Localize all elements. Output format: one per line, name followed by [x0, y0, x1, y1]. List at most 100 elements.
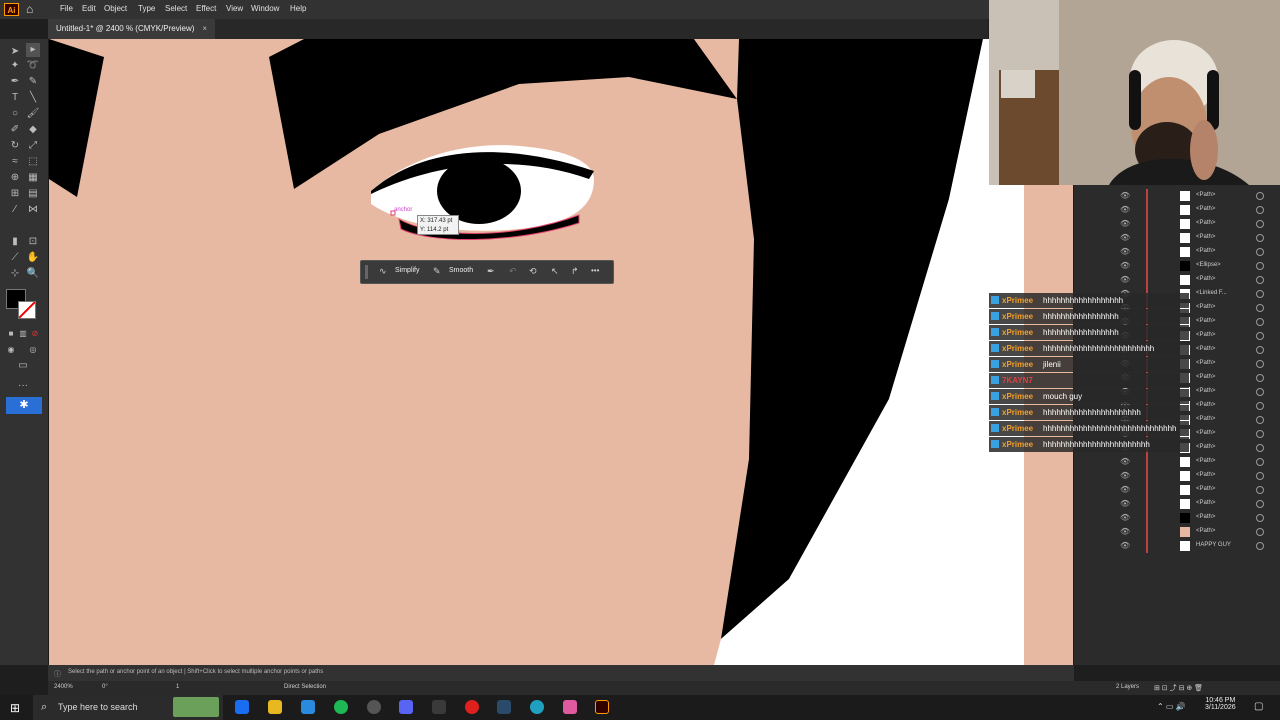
draw-mode-icon[interactable]: ◉	[4, 343, 18, 357]
target-circle-icon[interactable]	[1256, 430, 1264, 438]
corner-icon[interactable]: ↱	[571, 266, 579, 277]
store-icon[interactable]	[432, 700, 446, 714]
target-circle-icon[interactable]	[1256, 472, 1264, 480]
illustration[interactable]	[49, 39, 1073, 665]
menu-effect[interactable]: Effect	[196, 4, 216, 13]
visibility-eye-icon[interactable]: 👁	[1120, 261, 1130, 271]
eyedropper-icon[interactable]: ⁄	[8, 203, 22, 217]
layer-row[interactable]: 👁 <Path>	[1074, 455, 1280, 469]
visibility-eye-icon[interactable]: 👁	[1120, 471, 1130, 481]
shaper-tool-icon[interactable]: ✐	[8, 123, 22, 137]
target-circle-icon[interactable]	[1256, 416, 1264, 424]
selection-tool-icon[interactable]: ➤	[8, 45, 22, 59]
lasso-icon[interactable]: ➰	[26, 59, 40, 73]
type-tool-icon[interactable]: T	[8, 91, 22, 105]
current-tool-label[interactable]: Direct Selection	[284, 684, 326, 690]
layer-row[interactable]: 👁 <Path>	[1074, 231, 1280, 245]
target-circle-icon[interactable]	[1256, 514, 1264, 522]
more-options-icon[interactable]: •••	[591, 266, 599, 275]
layer-row[interactable]: 👁 <Path>	[1074, 273, 1280, 287]
generative-ai-icon[interactable]: ✱	[6, 397, 42, 414]
layer-row[interactable]: 👁 <Ellipse>	[1074, 259, 1280, 273]
obs-icon[interactable]	[367, 700, 381, 714]
target-circle-icon[interactable]	[1256, 528, 1264, 536]
copilot-icon[interactable]	[235, 700, 249, 714]
more-tools-icon[interactable]: ···	[16, 379, 30, 393]
layer-row[interactable]: 👁 <Path>	[1074, 189, 1280, 203]
discord-icon[interactable]	[399, 700, 413, 714]
windows-start-icon[interactable]: ⊞	[10, 701, 20, 715]
steam-icon[interactable]	[497, 700, 511, 714]
home-icon[interactable]: ⌂	[26, 2, 40, 16]
panel-actions-icon[interactable]: ⊞ ⊡ ⤴ ⊟ ⊕ 🗑	[1154, 683, 1203, 693]
none-mode-icon[interactable]: ⊘	[28, 327, 42, 341]
file-explorer-icon[interactable]	[268, 700, 282, 714]
paintbrush-icon[interactable]: 🖌	[26, 107, 40, 121]
spotify-icon[interactable]	[334, 700, 348, 714]
line-tool-icon[interactable]: ╲	[26, 91, 40, 105]
app-icon[interactable]	[563, 700, 577, 714]
document-tab[interactable]: Untitled-1* @ 2400 % (CMYK/Preview) ×	[48, 19, 216, 39]
layer-row[interactable]: 👁 <Path>	[1074, 497, 1280, 511]
mesh-tool-icon[interactable]: ⊞	[8, 187, 22, 201]
target-circle-icon[interactable]	[1256, 220, 1264, 228]
target-circle-icon[interactable]	[1256, 360, 1264, 368]
menu-object[interactable]: Object	[104, 4, 127, 13]
stroke-swatch[interactable]	[18, 301, 36, 319]
notification-icon[interactable]: ▢	[1254, 701, 1263, 712]
smooth-button[interactable]: Smooth	[449, 267, 473, 274]
gradient-tool-icon[interactable]: ▤	[26, 187, 40, 201]
scale-tool-icon[interactable]: ⤢	[26, 139, 40, 153]
screen-mode-icon[interactable]: ▭	[16, 359, 30, 373]
curvature-tool-icon[interactable]: ✎	[26, 75, 40, 89]
menu-edit[interactable]: Edit	[82, 4, 96, 13]
layer-row[interactable]: 👁 HAPPY GUY	[1074, 539, 1280, 553]
target-circle-icon[interactable]	[1256, 276, 1264, 284]
visibility-eye-icon[interactable]: 👁	[1120, 513, 1130, 523]
magic-wand-icon[interactable]: ✦	[8, 59, 22, 73]
perspective-grid-icon[interactable]: ▦	[26, 171, 40, 185]
illustrator-taskbar-icon[interactable]	[595, 700, 609, 714]
target-circle-icon[interactable]	[1256, 304, 1264, 312]
layer-row[interactable]: 👁 <Path>	[1074, 511, 1280, 525]
artboard-tool-icon[interactable]: ⊡	[26, 235, 40, 249]
blend-tool-icon[interactable]: ⋈	[26, 203, 40, 217]
pen-icon[interactable]: ✒	[487, 266, 495, 277]
target-circle-icon[interactable]	[1256, 248, 1264, 256]
clock[interactable]: 10:46 PM 3/11/2026	[1205, 697, 1236, 711]
zoom-select[interactable]: 2400%	[54, 684, 73, 690]
visibility-eye-icon[interactable]: 👁	[1120, 527, 1130, 537]
free-transform-icon[interactable]: ⬚	[26, 155, 40, 169]
pen-tool-icon[interactable]: ✒	[8, 75, 22, 89]
rotation-select[interactable]: 0°	[102, 684, 108, 690]
visibility-eye-icon[interactable]: 👁	[1120, 205, 1130, 215]
menu-window[interactable]: Window	[251, 4, 279, 13]
target-circle-icon[interactable]	[1256, 486, 1264, 494]
layer-row[interactable]: 👁 <Path>	[1074, 203, 1280, 217]
layer-row[interactable]: 👁 <Path>	[1074, 469, 1280, 483]
target-circle-icon[interactable]	[1256, 262, 1264, 270]
layer-row[interactable]: 👁 <Path>	[1074, 245, 1280, 259]
hand-tool-icon[interactable]: ✋	[26, 251, 40, 265]
anchor-point-icon[interactable]: ↖	[551, 266, 559, 277]
target-circle-icon[interactable]	[1256, 374, 1264, 382]
rotate-tool-icon[interactable]: ↻	[8, 139, 22, 153]
target-circle-icon[interactable]	[1256, 500, 1264, 508]
layer-row[interactable]: 👁 <Path>	[1074, 483, 1280, 497]
simplify-button[interactable]: Simplify	[395, 267, 420, 274]
visibility-eye-icon[interactable]: 👁	[1120, 247, 1130, 257]
menu-help[interactable]: Help	[290, 4, 306, 13]
target-circle-icon[interactable]	[1256, 234, 1264, 242]
width-tool-icon[interactable]: ≈	[8, 155, 22, 169]
system-tray-icons[interactable]: ⌃ ▭ 🔊	[1157, 702, 1186, 711]
target-circle-icon[interactable]	[1256, 444, 1264, 452]
visibility-eye-icon[interactable]: 👁	[1120, 191, 1130, 201]
target-circle-icon[interactable]	[1256, 388, 1264, 396]
vscode-icon[interactable]	[301, 700, 315, 714]
visibility-eye-icon[interactable]: 👁	[1120, 457, 1130, 467]
target-circle-icon[interactable]	[1256, 402, 1264, 410]
graph-tool-icon[interactable]: ▮	[8, 235, 22, 249]
undo-icon[interactable]: ↶	[509, 266, 517, 277]
layer-row[interactable]: 👁 <Path>	[1074, 525, 1280, 539]
slice-tool-icon[interactable]: ⟋	[8, 251, 22, 265]
